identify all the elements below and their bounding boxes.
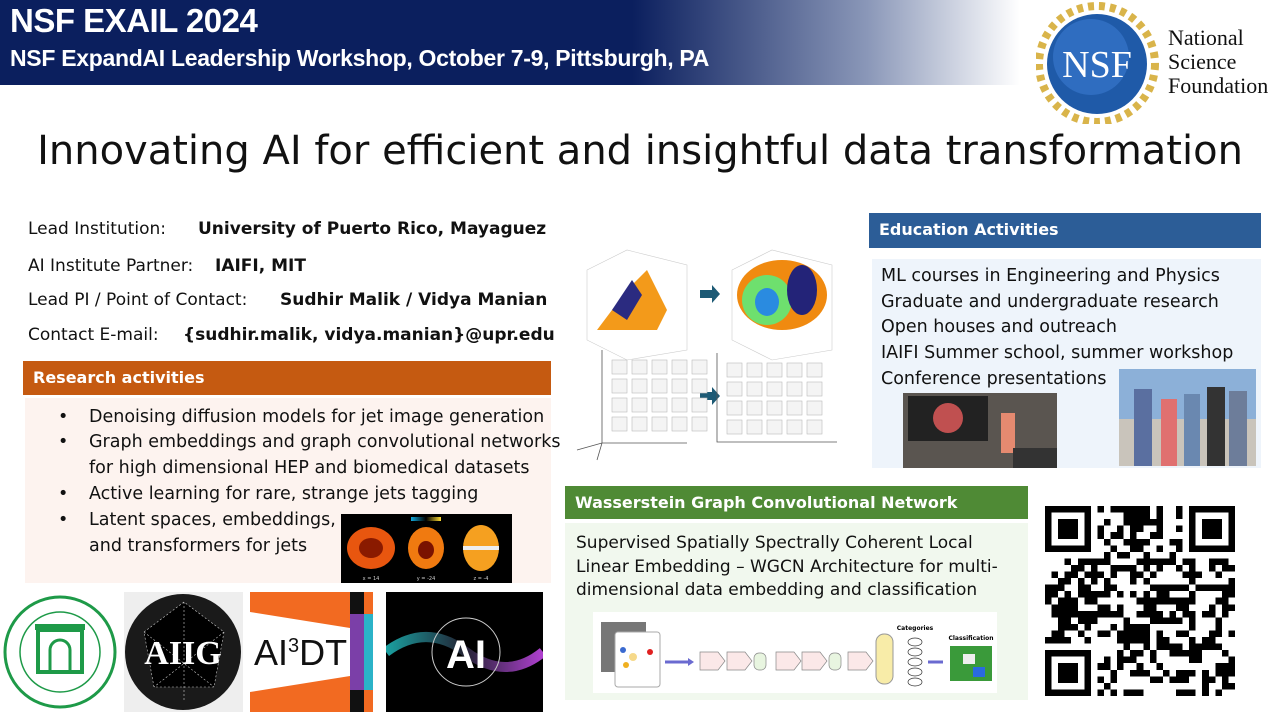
education-item: IAIFI Summer school, summer workshop xyxy=(881,343,1234,363)
nsf-line: National xyxy=(1168,25,1244,50)
wgcn-line: Linear Embedding – WGCN Architecture for… xyxy=(576,557,998,577)
info-value: Sudhir Malik / Vidya Manian xyxy=(280,290,548,310)
svg-text:AI: AI xyxy=(446,633,486,677)
header-subtitle: NSF ExpandAI Leadership Workshop, Octobe… xyxy=(10,45,710,71)
education-item: Open houses and outreach xyxy=(881,317,1117,337)
qr-code[interactable] xyxy=(1045,497,1235,705)
iaifi-logo: AI xyxy=(386,592,543,712)
svg-text:AIIG: AIIG xyxy=(144,635,221,672)
svg-text:Classification: Classification xyxy=(948,635,993,642)
ai3dt-logo: AI3DT xyxy=(250,592,373,712)
info-label: AI Institute Partner: xyxy=(28,256,194,276)
education-heading: Education Activities xyxy=(869,213,1261,248)
wgcn-line: Supervised Spatially Spectrally Coherent… xyxy=(576,533,973,553)
upr-seal-logo xyxy=(3,595,117,709)
svg-text:Categories: Categories xyxy=(897,625,934,632)
aiig-logo: AIIG xyxy=(124,592,243,712)
education-item: Conference presentations xyxy=(881,369,1107,389)
info-lead-institution: Lead Institution: University of Puerto Ri… xyxy=(28,219,546,239)
research-heading: Research activities xyxy=(23,361,551,395)
info-email: Contact E-mail: {sudhir.malik, vidya.mani… xyxy=(28,325,555,345)
embedding-visualization-figure xyxy=(576,249,837,461)
wgcn-heading: Wasserstein Graph Convolutional Network xyxy=(565,486,1028,519)
nsf-wordmark: National Science Foundation xyxy=(1168,26,1268,98)
info-value: University of Puerto Rico, Mayaguez xyxy=(198,219,547,239)
nsf-line: Science xyxy=(1168,49,1237,74)
svg-text:x = 14: x = 14 xyxy=(363,576,380,582)
info-value: IAIFI, MIT xyxy=(215,256,306,276)
info-label: Contact E-mail: xyxy=(28,325,159,345)
svg-text:NSF: NSF xyxy=(1062,44,1132,86)
info-label: Lead PI / Point of Contact: xyxy=(28,290,248,310)
info-pi: Lead PI / Point of Contact: Sudhir Malik … xyxy=(28,290,547,310)
info-label: Lead Institution: xyxy=(28,219,167,239)
header-title: NSF EXAIL 2024 xyxy=(10,2,258,39)
svg-text:y = -24: y = -24 xyxy=(417,576,436,582)
presentation-photo xyxy=(903,393,1057,468)
brain-scan-image: x = 14 y = -24 z = -4 xyxy=(341,514,512,583)
info-value: {sudhir.malik, vidya.manian}@upr.edu xyxy=(183,325,555,345)
info-partner: AI Institute Partner: IAIFI, MIT xyxy=(28,256,306,276)
nsf-line: Foundation xyxy=(1168,73,1269,98)
wgcn-architecture-diagram: Categories Classification xyxy=(593,612,997,693)
svg-text:z = -4: z = -4 xyxy=(474,576,489,582)
education-item: Graduate and undergraduate research xyxy=(881,292,1219,312)
wgcn-line: dimensional data embedding and classific… xyxy=(576,580,978,600)
page-title: Innovating AI for efficient and insightf… xyxy=(37,128,1243,174)
education-item: ML courses in Engineering and Physics xyxy=(881,266,1220,286)
group-photo xyxy=(1119,369,1256,466)
